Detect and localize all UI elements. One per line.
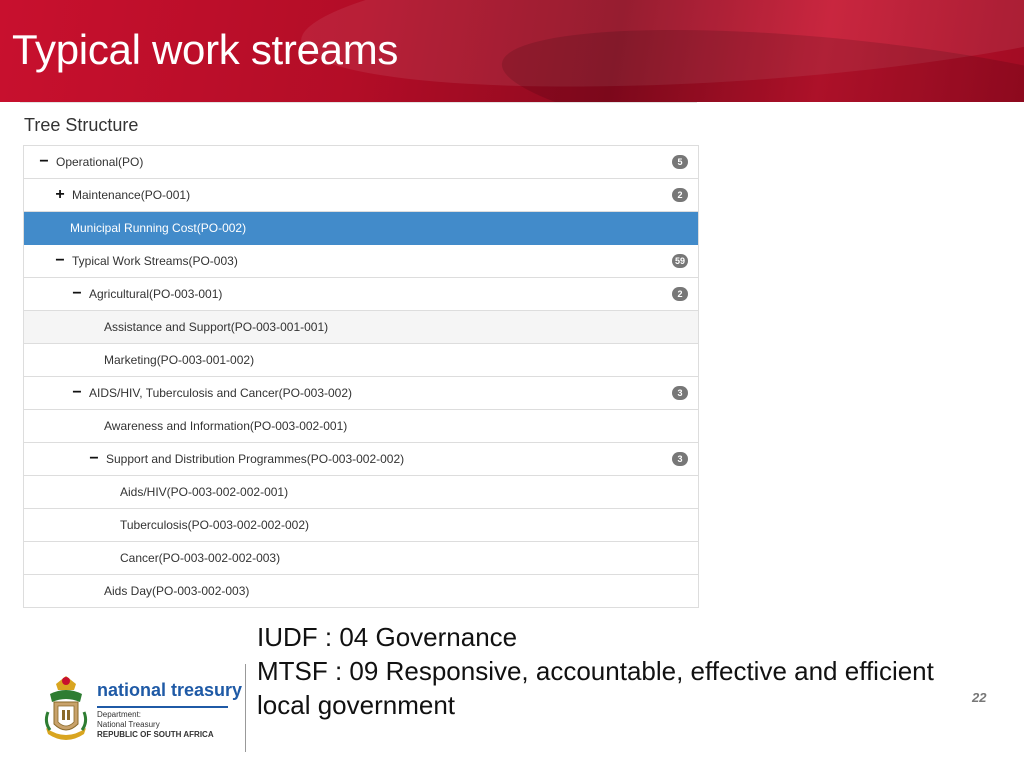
tree-node-label: Maintenance(PO-001) (72, 188, 191, 202)
tree-node[interactable]: − Typical Work Streams(PO-003) 59 (24, 245, 698, 278)
collapse-icon[interactable]: − (71, 286, 83, 302)
count-badge: 59 (671, 254, 688, 268)
tree-node-label: Aids/HIV(PO-003-002-002-001) (120, 485, 289, 499)
tree-node-label: Assistance and Support(PO-003-001-001) (104, 320, 329, 334)
tree-node-label: Typical Work Streams(PO-003) (72, 254, 238, 268)
count-badge: 3 (672, 386, 688, 400)
count-badge: 5 (672, 155, 688, 169)
expand-icon[interactable]: + (54, 187, 66, 203)
tree-panel: Tree Structure − Operational(PO) 5 + Mainten… (20, 102, 699, 617)
tree-node-label: Marketing(PO-003-001-002) (104, 353, 255, 367)
tree-node[interactable]: Aids/HIV(PO-003-002-002-001) (24, 476, 698, 509)
footer-line-mtsf: MTSF : 09 Responsive, accountable, effec… (257, 656, 934, 686)
logo-underline (97, 706, 228, 708)
count-badge: 3 (672, 452, 688, 466)
logo-subtitle: Department: National Treasury REPUBLIC O… (97, 710, 214, 740)
collapse-icon[interactable]: − (54, 253, 66, 269)
count-badge: 2 (672, 287, 688, 301)
panel-heading: Tree Structure (24, 115, 139, 135)
tree-node-label: Aids Day(PO-003-002-003) (104, 584, 250, 598)
tree-view: − Operational(PO) 5 + Maintenance(PO-001) 2 Mu… (23, 145, 699, 608)
tree-node-label: Support and Distribution Programmes(PO-0… (106, 452, 405, 466)
logo-sub-country: REPUBLIC OF SOUTH AFRICA (97, 730, 214, 739)
tree-node[interactable]: − Support and Distribution Programmes(PO-… (24, 443, 698, 476)
tree-node[interactable]: Marketing(PO-003-001-002) (24, 344, 698, 377)
footer-text: IUDF : 04 Governance MTSF : 09 Responsiv… (257, 620, 934, 722)
tree-node-label: Awareness and Information(PO-003-002-001… (104, 419, 348, 433)
page-number: 22 (972, 690, 987, 705)
slide-title: Typical work streams (12, 26, 399, 73)
logo-sub-treasury: National Treasury (97, 720, 160, 729)
footer-line-iudf: IUDF : 04 Governance (257, 622, 518, 652)
collapse-icon[interactable]: − (38, 154, 50, 170)
tree-node-label: Agricultural(PO-003-001) (89, 287, 223, 301)
tree-node-label: Cancer(PO-003-002-002-003) (120, 551, 281, 565)
collapse-icon[interactable]: − (88, 451, 100, 467)
tree-node[interactable]: Aids Day(PO-003-002-003) (24, 575, 698, 608)
logo-wordmark: national treasury (97, 680, 243, 700)
footer-line-mtsf-cont: local government (257, 690, 455, 720)
logo-sub-department: Department: (97, 710, 142, 719)
title-banner: Typical work streams (0, 0, 1024, 102)
count-badge: 2 (672, 188, 688, 202)
tree-node[interactable]: + Maintenance(PO-001) 2 (24, 179, 698, 212)
tree-node-label: Tuberculosis(PO-003-002-002-002) (120, 518, 309, 532)
national-treasury-logo: national treasury Department: National T… (40, 672, 243, 752)
tree-node-label: Operational(PO) (56, 155, 144, 169)
footer-divider (245, 664, 246, 752)
tree-node[interactable]: Awareness and Information(PO-003-002-001… (24, 410, 698, 443)
tree-node[interactable]: Cancer(PO-003-002-002-003) (24, 542, 698, 575)
tree-node[interactable]: Municipal Running Cost(PO-002) (24, 212, 698, 245)
tree-node[interactable]: − Agricultural(PO-003-001) 2 (24, 278, 698, 311)
tree-node[interactable]: Tuberculosis(PO-003-002-002-002) (24, 509, 698, 542)
tree-node[interactable]: − AIDS/HIV, Tuberculosis and Cancer(PO-00… (24, 377, 698, 410)
tree-node-label: AIDS/HIV, Tuberculosis and Cancer(PO-003… (89, 386, 353, 400)
tree-node[interactable]: − Operational(PO) 5 (24, 146, 698, 179)
coat-of-arms-icon (44, 676, 88, 740)
tree-node[interactable]: Assistance and Support(PO-003-001-001) (24, 311, 698, 344)
collapse-icon[interactable]: − (71, 385, 83, 401)
tree-node-label: Municipal Running Cost(PO-002) (70, 221, 247, 235)
